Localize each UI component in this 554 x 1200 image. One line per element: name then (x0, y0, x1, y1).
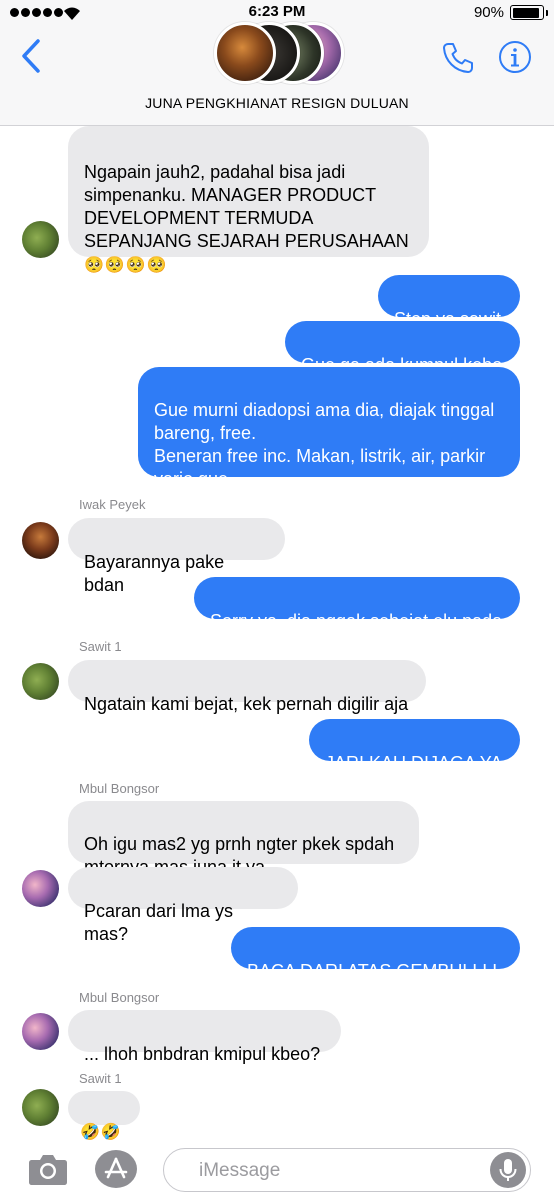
battery-level (512, 7, 539, 18)
message-bubble-outgoing[interactable]: Stop ya sawit (378, 275, 520, 329)
sender-name: Sawit 1 (79, 1071, 122, 1086)
message-bubble-outgoing[interactable]: JARI KAU DIJAGA YA (309, 719, 520, 773)
info-icon (499, 41, 531, 73)
message-bubble-outgoing[interactable]: Gue ga ada kumpul kebo (285, 321, 520, 375)
app-store-button[interactable] (95, 1150, 137, 1188)
dictation-button[interactable] (490, 1152, 526, 1188)
sender-name: Mbul Bongsor (79, 990, 160, 1005)
group-avatars[interactable] (214, 22, 344, 86)
camera-icon (29, 1155, 67, 1185)
avatar[interactable] (22, 870, 59, 907)
app-store-icon (104, 1157, 128, 1179)
sender-name: Sawit 1 (79, 639, 122, 654)
message-text: Ngatain kami bejat, kek pernah digilir a… (84, 694, 409, 714)
back-button[interactable] (18, 38, 48, 74)
message-input[interactable]: iMessage (163, 1148, 531, 1192)
message-bubble-incoming[interactable]: ... lhoh bnbdran kmipul kbeo? (68, 1010, 341, 1064)
message-bubble-outgoing[interactable]: Sorry ya, dia nggak sebejat elu pada (194, 577, 520, 631)
group-avatar-1 (214, 22, 276, 84)
message-bubble-outgoing[interactable]: Gue murni diadopsi ama dia, diajak tingg… (138, 367, 520, 489)
emoji-pleading-faces: 🥺🥺🥺🥺 (84, 255, 168, 274)
status-bar: 6:23 PM 90% (0, 0, 554, 26)
message-input-placeholder: iMessage (199, 1160, 281, 1181)
emoji-rofl-faces: 🤣🤣 (80, 1122, 122, 1140)
status-time: 6:23 PM (248, 3, 306, 20)
message-text: BACA DARI ATAS GEMBULLLL (247, 961, 503, 981)
avatar[interactable] (22, 1013, 59, 1050)
sender-name: Iwak Peyek (79, 497, 146, 512)
compose-bar: iMessage (0, 1140, 554, 1200)
avatar[interactable] (22, 221, 59, 258)
message-text: JARI KAU DIJAGA YA (325, 753, 503, 773)
chevron-left-icon (22, 39, 40, 73)
avatar[interactable] (22, 663, 59, 700)
sender-name: Mbul Bongsor (79, 781, 160, 796)
message-text: Ngapain jauh2, padahal bisa jadi simpena… (84, 162, 409, 251)
battery-icon (510, 5, 544, 20)
message-bubble-outgoing[interactable]: BACA DARI ATAS GEMBULLLL (231, 927, 520, 981)
message-text: ... lhoh bnbdran kmipul kbeo? (84, 1044, 321, 1064)
message-bubble-incoming[interactable]: Ngatain kami bejat, kek pernah digilir a… (68, 660, 426, 714)
info-button[interactable] (498, 40, 532, 74)
call-button[interactable] (440, 40, 476, 76)
phone-icon (443, 43, 473, 73)
message-text: Sorry ya, dia nggak sebejat elu pada (210, 611, 503, 631)
avatar[interactable] (22, 1089, 59, 1126)
message-text: Pcaran dari lma ys mas? (84, 901, 234, 944)
conversation-title[interactable]: JUNA PENGKHIANAT RESIGN DULUAN (0, 95, 554, 111)
battery-percentage: 90% (473, 4, 504, 21)
message-bubble-incoming[interactable]: Oh igu mas2 yg prnh ngter pkek spdah mto… (68, 801, 419, 877)
message-bubble-incoming[interactable]: Ngapain jauh2, padahal bisa jadi simpena… (68, 126, 429, 274)
microphone-icon (499, 1159, 517, 1181)
message-thread[interactable]: Ngapain jauh2, padahal bisa jadi simpena… (0, 126, 554, 1140)
avatar[interactable] (22, 522, 59, 559)
message-bubble-incoming[interactable]: Pcaran dari lma ys mas? (68, 867, 298, 944)
camera-button[interactable] (28, 1152, 68, 1186)
message-text: Gue murni diadopsi ama dia, diajak tingg… (154, 400, 495, 489)
message-bubble-incoming[interactable]: 🤣🤣 (68, 1091, 140, 1140)
message-bubble-incoming[interactable]: Bayarannya pake bdan (68, 518, 285, 595)
